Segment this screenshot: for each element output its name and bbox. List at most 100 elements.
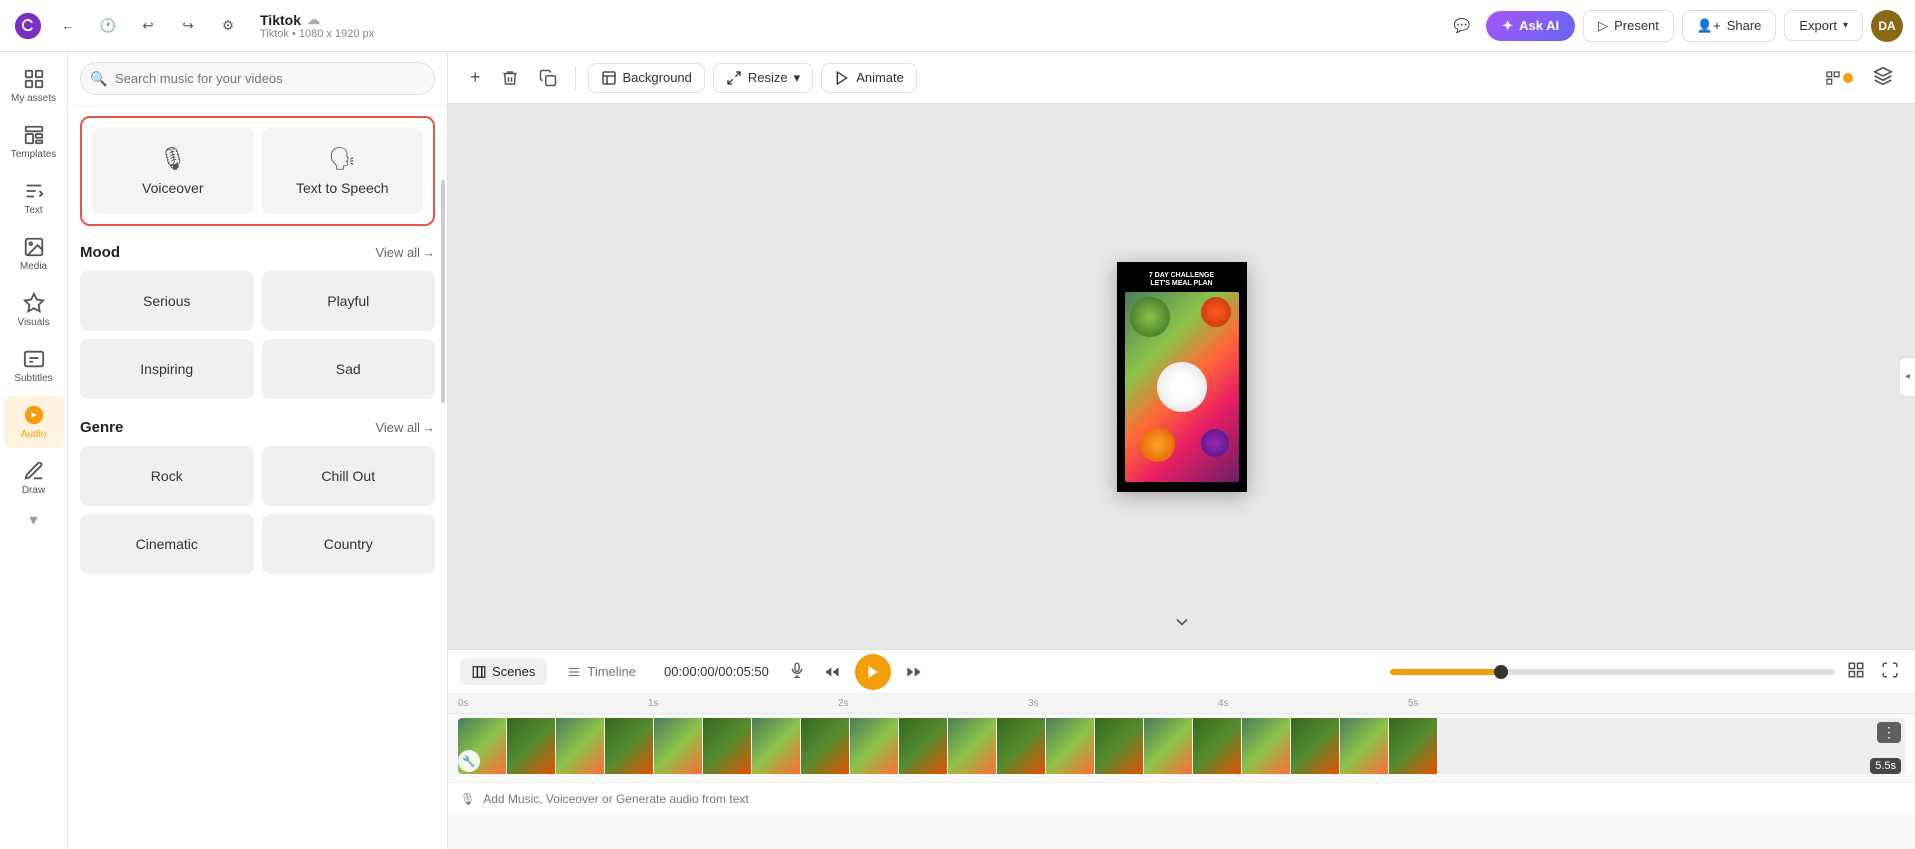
sidebar-item-text-label: Text	[24, 205, 42, 216]
timeline-tab[interactable]: Timeline	[555, 658, 648, 685]
redo-button[interactable]: ↪	[172, 10, 204, 42]
sidebar-item-subtitles[interactable]: Subtitles	[4, 340, 64, 392]
ruler-2s: 2s	[838, 698, 849, 709]
fast-forward-button[interactable]	[899, 657, 929, 687]
mood-title: Mood	[80, 244, 120, 261]
panel-scrollbar[interactable]	[441, 180, 445, 403]
present-label: Present	[1614, 18, 1659, 33]
ruler-3s: 3s	[1028, 698, 1039, 709]
mood-view-all[interactable]: View all →	[375, 245, 435, 260]
genre-grid: Rock Chill Out Cinematic Country	[80, 446, 435, 574]
scroll-down-indicator	[1172, 612, 1192, 637]
copy-icon	[539, 69, 557, 87]
rewind-button[interactable]	[817, 657, 847, 687]
brand-icon	[1825, 70, 1841, 86]
mood-playful[interactable]: Playful	[262, 271, 436, 331]
ask-ai-button[interactable]: ✦ Ask AI	[1486, 11, 1575, 41]
audio-options-box: 🎙 Voiceover 🗣 Text to Speech	[80, 116, 435, 226]
panel-content: 🎙 Voiceover 🗣 Text to Speech Mood View a…	[68, 106, 447, 849]
sidebar-item-my-assets[interactable]: My assets	[4, 60, 64, 112]
progress-thumb[interactable]	[1494, 665, 1508, 679]
sidebar-item-audio[interactable]: Audio	[4, 396, 64, 448]
draw-icon	[23, 460, 45, 482]
undo-button[interactable]: ↩	[132, 10, 164, 42]
ruler-4s: 4s	[1218, 698, 1229, 709]
genre-chevron-right-icon: →	[422, 420, 435, 435]
ruler-1s: 1s	[648, 698, 659, 709]
genre-cinematic[interactable]: Cinematic	[80, 514, 254, 574]
genre-chill-out[interactable]: Chill Out	[262, 446, 436, 506]
add-audio-label: Add Music, Voiceover or Generate audio f…	[483, 792, 748, 806]
sidebar-item-text[interactable]: Text	[4, 172, 64, 224]
clip-thumb-20	[1389, 718, 1437, 774]
delete-button[interactable]	[495, 63, 525, 93]
genre-view-all[interactable]: View all →	[375, 420, 435, 435]
animate-icon	[834, 70, 850, 86]
comment-button[interactable]: 💬	[1446, 10, 1478, 42]
text-to-speech-option[interactable]: 🗣 Text to Speech	[262, 128, 424, 214]
mood-serious[interactable]: Serious	[80, 271, 254, 331]
search-input[interactable]	[80, 62, 435, 95]
record-button[interactable]	[785, 658, 809, 685]
clip-thumb-19	[1340, 718, 1388, 774]
add-element-button[interactable]: +	[464, 61, 487, 94]
share-button[interactable]: 👤+ Share	[1682, 10, 1776, 42]
ruler-0s: 0s	[458, 698, 469, 709]
grid-view-button[interactable]	[1843, 657, 1869, 686]
timeline-controls: Scenes Timeline 00:00:00/00:05:50	[448, 650, 1915, 694]
topbar: ← 🕐 ↩ ↪ ⚙ Tiktok ☁ Tiktok • 1080 x 1920 …	[0, 0, 1915, 52]
sidebar-item-visuals[interactable]: Visuals	[4, 284, 64, 336]
timeline-more-button[interactable]: ⋮	[1877, 722, 1901, 743]
clip-thumb-2	[507, 718, 555, 774]
canvas-viewport[interactable]: 7 DAY CHALLENGE LET'S MEAL PLAN ◂	[448, 104, 1915, 649]
canvas-toolbar: + Background Resize ▾ Animate	[448, 52, 1915, 104]
icon-sidebar: My assets Templates Text Media Visuals S…	[0, 52, 68, 849]
tts-icon: 🗣	[328, 146, 356, 172]
layers-button[interactable]	[1867, 60, 1899, 95]
food-image-area	[1125, 292, 1239, 481]
back-button[interactable]: ←	[52, 10, 84, 42]
history-button[interactable]: 🕐	[92, 10, 124, 42]
challenge-line1: 7 DAY CHALLENGE	[1149, 272, 1214, 280]
clip-thumb-6	[703, 718, 751, 774]
clip-thumb-12	[997, 718, 1045, 774]
progress-bar[interactable]	[1390, 669, 1835, 675]
scenes-tab[interactable]: Scenes	[460, 658, 547, 685]
add-audio-bar[interactable]: 🎙 Add Music, Voiceover or Generate audio…	[448, 782, 1915, 814]
export-button[interactable]: Export ▾	[1784, 10, 1863, 41]
genre-rock[interactable]: Rock	[80, 446, 254, 506]
sidebar-scroll-down[interactable]: ▾	[22, 508, 46, 532]
collapse-panel-button[interactable]: ◂	[1899, 357, 1915, 397]
collapse-icon: ◂	[1905, 371, 1910, 382]
settings-button[interactable]: ⚙	[212, 10, 244, 42]
background-button[interactable]: Background	[588, 63, 705, 93]
duplicate-button[interactable]	[533, 63, 563, 93]
play-button[interactable]	[855, 654, 891, 690]
food-avocado	[1130, 297, 1170, 337]
clip-thumb-7	[752, 718, 800, 774]
mood-inspiring[interactable]: Inspiring	[80, 339, 254, 399]
genre-country[interactable]: Country	[262, 514, 436, 574]
timeline-clip[interactable]	[458, 718, 1905, 774]
avatar[interactable]: DA	[1871, 10, 1903, 42]
background-icon	[601, 70, 617, 86]
sidebar-item-media[interactable]: Media	[4, 228, 64, 280]
toolbar-separator	[575, 66, 576, 90]
timeline-ruler: 0s 1s 2s 3s 4s 5s	[448, 694, 1915, 714]
clip-start-button[interactable]: 🔧	[458, 750, 480, 772]
brand-kit-button[interactable]	[1819, 64, 1859, 92]
tiktok-canvas[interactable]: 7 DAY CHALLENGE LET'S MEAL PLAN	[1117, 262, 1247, 492]
sidebar-item-draw[interactable]: Draw	[4, 452, 64, 504]
animate-button[interactable]: Animate	[821, 63, 917, 93]
timecode-display: 00:00:00/00:05:50	[664, 664, 769, 679]
timeline-icon	[567, 665, 581, 679]
grid-view-icon	[1847, 661, 1865, 679]
sidebar-item-templates[interactable]: Templates	[4, 116, 64, 168]
mood-sad[interactable]: Sad	[262, 339, 436, 399]
voiceover-option[interactable]: 🎙 Voiceover	[92, 128, 254, 214]
present-button[interactable]: ▷ Present	[1583, 10, 1674, 42]
resize-button[interactable]: Resize ▾	[713, 63, 813, 93]
export-label: Export	[1799, 18, 1837, 33]
progress-fill	[1390, 669, 1501, 675]
fullscreen-button[interactable]	[1877, 657, 1903, 686]
